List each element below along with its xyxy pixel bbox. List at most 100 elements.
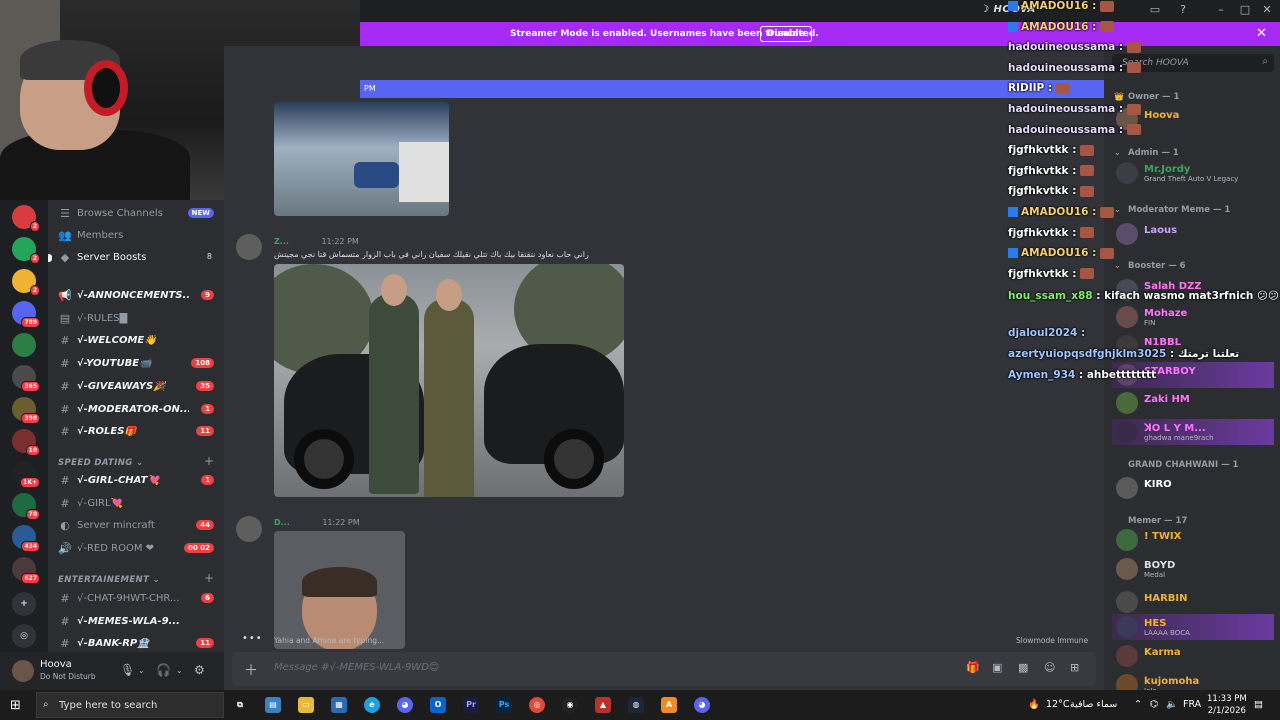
- channel-item[interactable]: # √-YOUTUBE📹 108: [48, 353, 224, 375]
- add-attachment-icon[interactable]: ＋: [244, 660, 258, 680]
- message-author[interactable]: Z...: [274, 237, 289, 246]
- channel-item[interactable]: # √-MEMES-WLA-9...: [48, 611, 224, 633]
- member-item[interactable]: kujomohaJoJo: [1112, 672, 1274, 690]
- server-icon[interactable]: 70: [12, 493, 40, 520]
- server-icon[interactable]: [12, 333, 36, 357]
- category-speed-dating[interactable]: SPEED DATING ⌄: [58, 458, 144, 468]
- message-composer[interactable]: ＋ Message #√-MEMES-WLA-9WD😊 🎁 ▣ ▩ ☺ ⊞: [232, 652, 1096, 686]
- file-explorer-icon[interactable]: ▭: [298, 697, 314, 713]
- weather-temp[interactable]: 12°C: [1046, 699, 1069, 710]
- maximize-icon[interactable]: □: [1238, 3, 1252, 17]
- taskbar-search[interactable]: ⌕ Type here to search: [36, 692, 224, 718]
- avatar[interactable]: [236, 516, 262, 542]
- clock[interactable]: 11:33 PM 2/1/2026: [1207, 693, 1247, 717]
- minimize-icon[interactable]: –: [1214, 3, 1228, 17]
- channel-item[interactable]: # √-MODERATOR-ON... 1: [48, 399, 224, 421]
- server-icon[interactable]: 2: [12, 205, 40, 232]
- explore-icon[interactable]: ◎: [12, 624, 36, 648]
- member-item[interactable]: BOYD Medal: [1112, 556, 1274, 582]
- chrome-icon[interactable]: ◎: [529, 697, 545, 713]
- channel-item[interactable]: # √-BANK-RP🏦 11: [48, 633, 224, 652]
- server-boosts-channel[interactable]: ◆ Server Boosts 8: [48, 247, 224, 269]
- server-icon[interactable]: 2: [12, 237, 40, 264]
- server-icon[interactable]: 1K+: [12, 461, 40, 488]
- attached-image[interactable]: [274, 531, 405, 649]
- member-item[interactable]: Karma: [1112, 643, 1274, 669]
- emoji-icon[interactable]: ☺: [1044, 661, 1055, 674]
- server-icon[interactable]: 10: [12, 429, 40, 456]
- channel-item[interactable]: # √-GIRL-CHAT💘 1: [48, 470, 224, 492]
- member-item[interactable]: ! TWIX: [1112, 527, 1274, 553]
- premiere-icon[interactable]: Pr: [463, 697, 479, 713]
- language-indicator[interactable]: FRA: [1183, 699, 1201, 710]
- message-input[interactable]: Message #√-MEMES-WLA-9WD😊: [274, 662, 439, 673]
- chevron-down-icon-2[interactable]: ⌄: [176, 666, 183, 675]
- member-item[interactable]: Laous: [1112, 221, 1274, 247]
- gif-icon[interactable]: ▣: [992, 661, 1002, 674]
- edge-icon[interactable]: e: [364, 697, 380, 713]
- close-banner-icon[interactable]: ✕: [1256, 26, 1267, 41]
- channel-item[interactable]: # √-GIVEAWAYS🎉 35: [48, 376, 224, 398]
- server-icon[interactable]: 434: [12, 525, 40, 552]
- channel-item[interactable]: # √-CHAT-9HWT-CHR... 6: [48, 588, 224, 610]
- photoshop-icon[interactable]: Ps: [496, 697, 512, 713]
- windows-start-icon[interactable]: ⊞: [10, 698, 21, 713]
- server-icon[interactable]: 789: [12, 301, 40, 328]
- discord-icon-2[interactable]: ◕: [694, 697, 710, 713]
- app-icon-3[interactable]: A: [661, 697, 677, 713]
- store-icon[interactable]: ▤: [265, 697, 281, 713]
- gift-icon[interactable]: 🎁: [966, 661, 980, 674]
- channel-item[interactable]: ▤ √-RULES█: [48, 308, 224, 330]
- add-channel-icon-2[interactable]: +: [204, 571, 214, 585]
- browse-channels[interactable]: ☰ Browse Channels NEW: [48, 203, 224, 225]
- members-channel[interactable]: 👥 Members: [48, 225, 224, 247]
- channel-item[interactable]: ◐ Server mincraft 44: [48, 515, 224, 537]
- channel-item[interactable]: 🔊 √-RED ROOM ❤ 00 02: [48, 538, 224, 560]
- channel-item[interactable]: # √-ROLES🎁 11: [48, 421, 224, 443]
- add-channel-icon[interactable]: +: [204, 454, 214, 468]
- message-author[interactable]: D...: [274, 518, 290, 527]
- obs-icon[interactable]: ◉: [562, 697, 578, 713]
- microphone-icon[interactable]: 🎙: [120, 663, 135, 677]
- app-icon-2[interactable]: ▲: [595, 697, 611, 713]
- inbox-icon[interactable]: ▭: [1148, 3, 1162, 17]
- steam-icon[interactable]: ◍: [628, 697, 644, 713]
- outlook-icon[interactable]: O: [430, 697, 446, 713]
- channel-item[interactable]: # √-WELCOME👋: [48, 330, 224, 352]
- channel-item[interactable]: 📢 √-ANNONCEMENTS... 9: [48, 285, 224, 307]
- server-icon[interactable]: 627: [12, 557, 40, 584]
- sticker-icon[interactable]: ▩: [1018, 661, 1028, 674]
- close-window-icon[interactable]: ✕: [1260, 3, 1274, 17]
- member-item[interactable]: ꓘO L Y M... ghadwa mane9rach: [1112, 419, 1274, 445]
- chevron-up-icon[interactable]: ⌃: [1134, 699, 1142, 710]
- channel-item[interactable]: # √-GIRL💘: [48, 493, 224, 515]
- disable-button[interactable]: Disable: [760, 26, 812, 42]
- server-icon[interactable]: 2: [12, 269, 40, 296]
- discord-icon[interactable]: ◕: [397, 697, 413, 713]
- attached-image[interactable]: [274, 102, 449, 216]
- member-item[interactable]: Mr.Jordy Grand Theft Auto V Legacy: [1112, 160, 1274, 186]
- network-icon[interactable]: ⌬: [1150, 699, 1158, 710]
- jump-bar[interactable]: PM: [360, 80, 1104, 98]
- notification-icon[interactable]: ▤: [1254, 699, 1263, 710]
- add-server-icon[interactable]: +: [12, 592, 36, 616]
- task-view-icon[interactable]: ⧉: [232, 697, 248, 713]
- gear-icon[interactable]: ⚙: [194, 663, 205, 677]
- app-icon[interactable]: ▦: [331, 697, 347, 713]
- apps-icon[interactable]: ⊞: [1070, 661, 1079, 674]
- member-item[interactable]: HES LAAAA BOCA: [1112, 614, 1274, 640]
- chevron-down-icon[interactable]: ⌄: [138, 666, 145, 675]
- help-icon[interactable]: ?: [1176, 3, 1190, 17]
- member-item[interactable]: Mohaze FIN: [1112, 304, 1274, 330]
- member-item[interactable]: Zaki HM: [1112, 390, 1274, 416]
- member-item[interactable]: KIRO: [1112, 475, 1274, 501]
- avatar[interactable]: [236, 234, 262, 260]
- member-item[interactable]: HARBIN: [1112, 589, 1274, 615]
- attached-image[interactable]: [274, 264, 624, 497]
- headphones-icon[interactable]: 🎧: [156, 663, 171, 677]
- server-icon[interactable]: 365: [12, 365, 40, 392]
- category-entertainement[interactable]: ENTERTAINEMENT ⌄: [58, 575, 160, 585]
- volume-icon[interactable]: 🔈: [1166, 699, 1178, 710]
- server-icon[interactable]: 398: [12, 397, 40, 424]
- avatar[interactable]: [12, 660, 34, 682]
